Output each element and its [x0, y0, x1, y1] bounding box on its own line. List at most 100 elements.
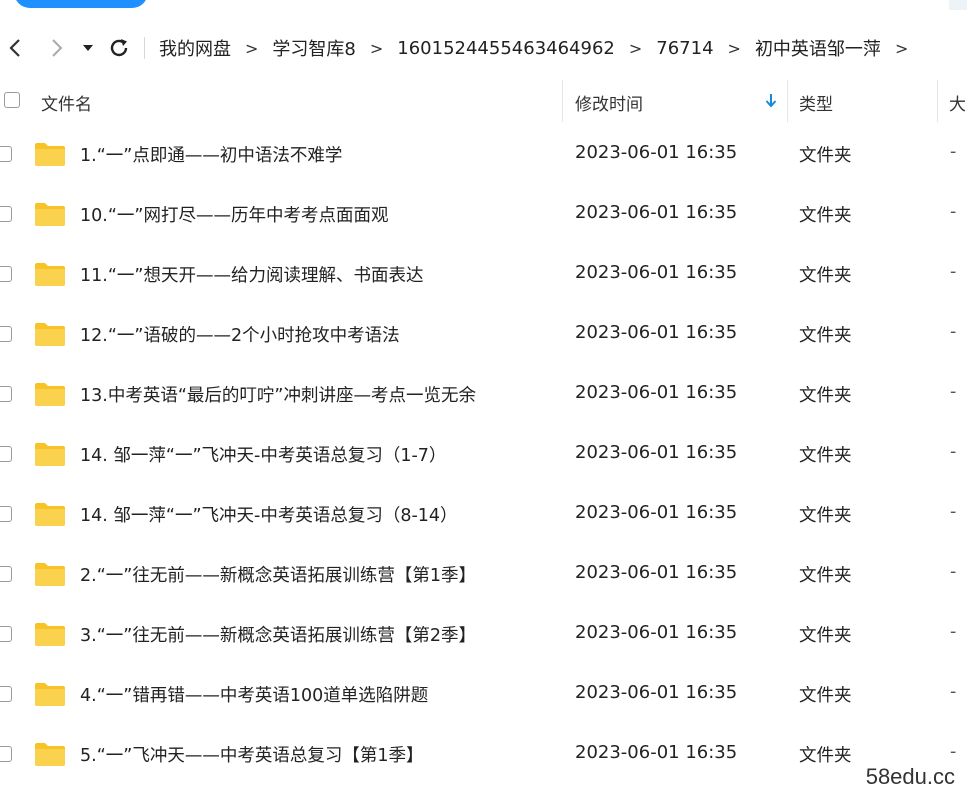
list-item[interactable]: 14. 邹一萍“一”飞冲天-中考英语总复习（8-14） 2023-06-01 1…	[0, 484, 967, 544]
row-checkbox[interactable]	[0, 686, 12, 702]
refresh-button[interactable]	[104, 30, 134, 66]
file-size: -	[950, 322, 957, 342]
back-button[interactable]	[0, 30, 30, 66]
file-modified-date: 2023-06-01 16:35	[575, 262, 738, 283]
row-checkbox[interactable]	[0, 746, 12, 762]
breadcrumb-item[interactable]: 1601524455463464962	[395, 38, 617, 59]
file-name: 12.“一”语破的——2个小时抢攻中考语法	[80, 326, 400, 346]
breadcrumb-separator: >	[628, 38, 643, 58]
file-size: -	[950, 442, 957, 462]
file-name: 5.“一”飞冲天——中考英语总复习【第1季】	[80, 746, 424, 766]
row-checkbox[interactable]	[0, 146, 12, 162]
list-item[interactable]: 12.“一”语破的——2个小时抢攻中考语法 2023-06-01 16:35 文…	[0, 304, 967, 364]
column-divider[interactable]	[787, 80, 788, 122]
file-modified-date: 2023-06-01 16:35	[575, 742, 738, 763]
watermark: 58edu.cc	[865, 764, 955, 789]
file-size: -	[950, 562, 957, 582]
file-name: 1.“一”点即通——初中语法不难学	[80, 146, 343, 166]
file-modified-date: 2023-06-01 16:35	[575, 442, 738, 463]
file-type: 文件夹	[799, 626, 852, 646]
row-checkbox[interactable]	[0, 386, 12, 402]
file-type: 文件夹	[799, 206, 852, 226]
row-checkbox[interactable]	[0, 446, 12, 462]
file-modified-date: 2023-06-01 16:35	[575, 682, 738, 703]
row-checkbox[interactable]	[0, 266, 12, 282]
select-all-checkbox[interactable]	[4, 92, 20, 108]
row-checkbox[interactable]	[0, 626, 12, 642]
file-size: -	[950, 142, 957, 162]
column-divider[interactable]	[937, 80, 938, 122]
nav-divider	[144, 37, 145, 59]
file-name: 13.中考英语“最后的叮咛”冲刺讲座—考点一览无余	[80, 386, 476, 406]
breadcrumb-separator: >	[727, 38, 741, 58]
folder-icon	[35, 443, 65, 466]
file-type: 文件夹	[799, 686, 852, 706]
sort-down-arrow-icon[interactable]	[764, 92, 778, 110]
file-size: -	[950, 382, 957, 402]
file-name: 10.“一”网打尽——历年中考考点面面观	[80, 206, 389, 226]
list-item[interactable]: 5.“一”飞冲天——中考英语总复习【第1季】 2023-06-01 16:35 …	[0, 724, 967, 784]
file-modified-date: 2023-06-01 16:35	[575, 562, 738, 583]
file-type: 文件夹	[799, 506, 852, 526]
folder-icon	[35, 503, 65, 526]
file-type: 文件夹	[799, 446, 852, 466]
history-dropdown-button[interactable]	[78, 30, 98, 66]
folder-icon	[35, 743, 65, 766]
column-divider[interactable]	[562, 80, 563, 122]
breadcrumb-item-root[interactable]: 我的网盘	[157, 35, 233, 61]
list-item[interactable]: 1.“一”点即通——初中语法不难学 2023-06-01 16:35 文件夹 -	[0, 124, 967, 184]
file-name: 14. 邹一萍“一”飞冲天-中考英语总复习（8-14）	[80, 506, 458, 526]
caret-down-icon	[83, 45, 93, 51]
file-type: 文件夹	[799, 746, 852, 766]
row-checkbox[interactable]	[0, 326, 12, 342]
breadcrumb-separator[interactable]: >	[883, 39, 920, 58]
chevron-left-icon	[9, 39, 20, 57]
file-name: 11.“一”想天开——给力阅读理解、书面表达	[80, 266, 424, 286]
file-size: -	[950, 262, 957, 282]
file-type: 文件夹	[799, 566, 852, 586]
file-modified-date: 2023-06-01 16:35	[575, 202, 738, 223]
top-right-edge	[949, 0, 967, 10]
breadcrumb-item-current[interactable]: 初中英语邹一萍	[753, 35, 883, 61]
navigation-bar: 我的网盘 > 学习智库8 > 1601524455463464962 > 767…	[0, 26, 967, 70]
breadcrumb-separator: >	[245, 38, 259, 58]
file-name: 14. 邹一萍“一”飞冲天-中考英语总复习（1-7）	[80, 446, 447, 466]
folder-icon	[35, 563, 65, 586]
list-item[interactable]: 4.“一”错再错——中考英语100道单选陷阱题 2023-06-01 16:35…	[0, 664, 967, 724]
column-header-type[interactable]: 类型	[799, 90, 833, 115]
folder-icon	[35, 203, 65, 226]
file-list-header: 文件名 修改时间 类型 大	[0, 80, 967, 122]
folder-icon	[35, 683, 65, 706]
breadcrumb: 我的网盘 > 学习智库8 > 1601524455463464962 > 767…	[157, 35, 920, 61]
breadcrumb-item[interactable]: 学习智库8	[270, 35, 357, 61]
list-item[interactable]: 2.“一”往无前——新概念英语拓展训练营【第1季】 2023-06-01 16:…	[0, 544, 967, 604]
list-item[interactable]: 11.“一”想天开——给力阅读理解、书面表达 2023-06-01 16:35 …	[0, 244, 967, 304]
file-type: 文件夹	[799, 386, 852, 406]
row-checkbox[interactable]	[0, 206, 12, 222]
file-modified-date: 2023-06-01 16:35	[575, 622, 738, 643]
list-item[interactable]: 13.中考英语“最后的叮咛”冲刺讲座—考点一览无余 2023-06-01 16:…	[0, 364, 967, 424]
file-name: 2.“一”往无前——新概念英语拓展训练营【第1季】	[80, 566, 476, 586]
forward-button[interactable]	[42, 30, 72, 66]
folder-icon	[35, 383, 65, 406]
row-checkbox[interactable]	[0, 506, 12, 522]
chevron-right-icon	[52, 39, 63, 57]
refresh-icon	[110, 39, 128, 57]
folder-icon	[35, 323, 65, 346]
breadcrumb-item[interactable]: 76714	[654, 38, 715, 59]
folder-icon	[35, 143, 65, 166]
list-item[interactable]: 14. 邹一萍“一”飞冲天-中考英语总复习（1-7） 2023-06-01 16…	[0, 424, 967, 484]
file-size: -	[950, 202, 957, 222]
file-type: 文件夹	[799, 326, 852, 346]
column-header-modified[interactable]: 修改时间	[575, 90, 643, 115]
file-name: 4.“一”错再错——中考英语100道单选陷阱题	[80, 686, 429, 706]
file-modified-date: 2023-06-01 16:35	[575, 322, 738, 343]
column-header-name[interactable]: 文件名	[41, 90, 92, 115]
column-header-size[interactable]: 大	[949, 90, 966, 115]
file-size: -	[950, 622, 957, 642]
top-action-button[interactable]	[14, 0, 148, 8]
row-checkbox[interactable]	[0, 566, 12, 582]
list-item[interactable]: 10.“一”网打尽——历年中考考点面面观 2023-06-01 16:35 文件…	[0, 184, 967, 244]
list-item[interactable]: 3.“一”往无前——新概念英语拓展训练营【第2季】 2023-06-01 16:…	[0, 604, 967, 664]
file-modified-date: 2023-06-01 16:35	[575, 502, 738, 523]
